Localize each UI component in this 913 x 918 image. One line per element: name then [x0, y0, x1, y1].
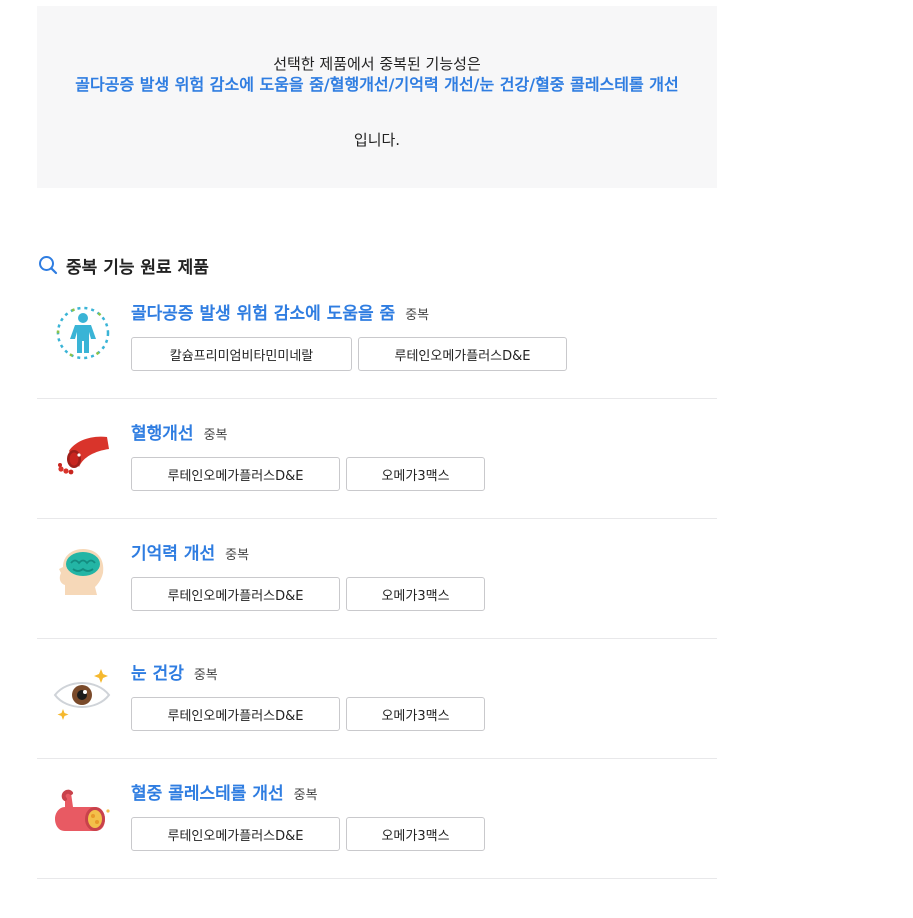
- product-chip[interactable]: 칼슘프리미엄비타민미네랄: [131, 337, 352, 371]
- summary-duplicate-functions: 골다공증 발생 위험 감소에 도움을 줌/혈행개선/기억력 개선/눈 건강/혈중…: [75, 75, 679, 94]
- function-title: 혈행개선: [131, 424, 194, 444]
- function-title: 기억력 개선: [131, 544, 216, 564]
- product-chip[interactable]: 오메가3맥스: [346, 577, 485, 611]
- section-title: 중복 기능 원료 제품: [66, 257, 209, 278]
- product-chip[interactable]: 루테인오메가플러스D&E: [131, 457, 340, 491]
- product-chip[interactable]: 루테인오메가플러스D&E: [131, 577, 340, 611]
- section-header: 중복 기능 원료 제품: [38, 252, 209, 278]
- bone-body-icon: [51, 301, 115, 365]
- product-chip[interactable]: 오메가3맥스: [346, 697, 485, 731]
- search-icon: [38, 255, 58, 275]
- eye-icon: [51, 661, 115, 725]
- function-title: 골다공증 발생 위험 감소에 도움을 줌: [131, 304, 396, 324]
- product-chip[interactable]: 루테인오메가플러스D&E: [358, 337, 567, 371]
- duplicate-tag: 중복: [225, 548, 250, 563]
- duplicate-tag: 중복: [293, 788, 318, 803]
- product-chip[interactable]: 루테인오메가플러스D&E: [131, 697, 340, 731]
- duplicate-tag: 중복: [203, 428, 228, 443]
- blood-vessel-icon: [51, 421, 115, 485]
- duplicate-tag: 중복: [193, 668, 218, 683]
- product-chip[interactable]: 오메가3맥스: [346, 457, 485, 491]
- function-row: 눈 건강 중복 루테인오메가플러스D&E 오메가3맥스: [37, 639, 717, 759]
- function-row: 기억력 개선 중복 루테인오메가플러스D&E 오메가3맥스: [37, 519, 717, 639]
- artery-cholesterol-icon: [51, 781, 115, 845]
- function-row: 혈행개선 중복 루테인오메가플러스D&E 오메가3맥스: [37, 399, 717, 519]
- duplicate-summary-box: 선택한 제품에서 중복된 기능성은 골다공증 발생 위험 감소에 도움을 줌/혈…: [37, 6, 717, 188]
- duplicate-tag: 중복: [405, 308, 430, 323]
- function-title: 혈중 콜레스테롤 개선: [131, 784, 284, 804]
- product-chip[interactable]: 오메가3맥스: [346, 817, 485, 851]
- function-row: 혈중 콜레스테롤 개선 중복 루테인오메가플러스D&E 오메가3맥스: [37, 759, 717, 879]
- function-row: 골다공증 발생 위험 감소에 도움을 줌 중복 칼슘프리미엄비타민미네랄 루테인…: [37, 279, 717, 399]
- product-chip[interactable]: 루테인오메가플러스D&E: [131, 817, 340, 851]
- summary-intro-text: 선택한 제품에서 중복된 기능성은: [273, 55, 481, 73]
- summary-outro-text: 입니다.: [353, 131, 401, 149]
- brain-head-icon: [51, 541, 115, 605]
- function-title: 눈 건강: [131, 664, 184, 684]
